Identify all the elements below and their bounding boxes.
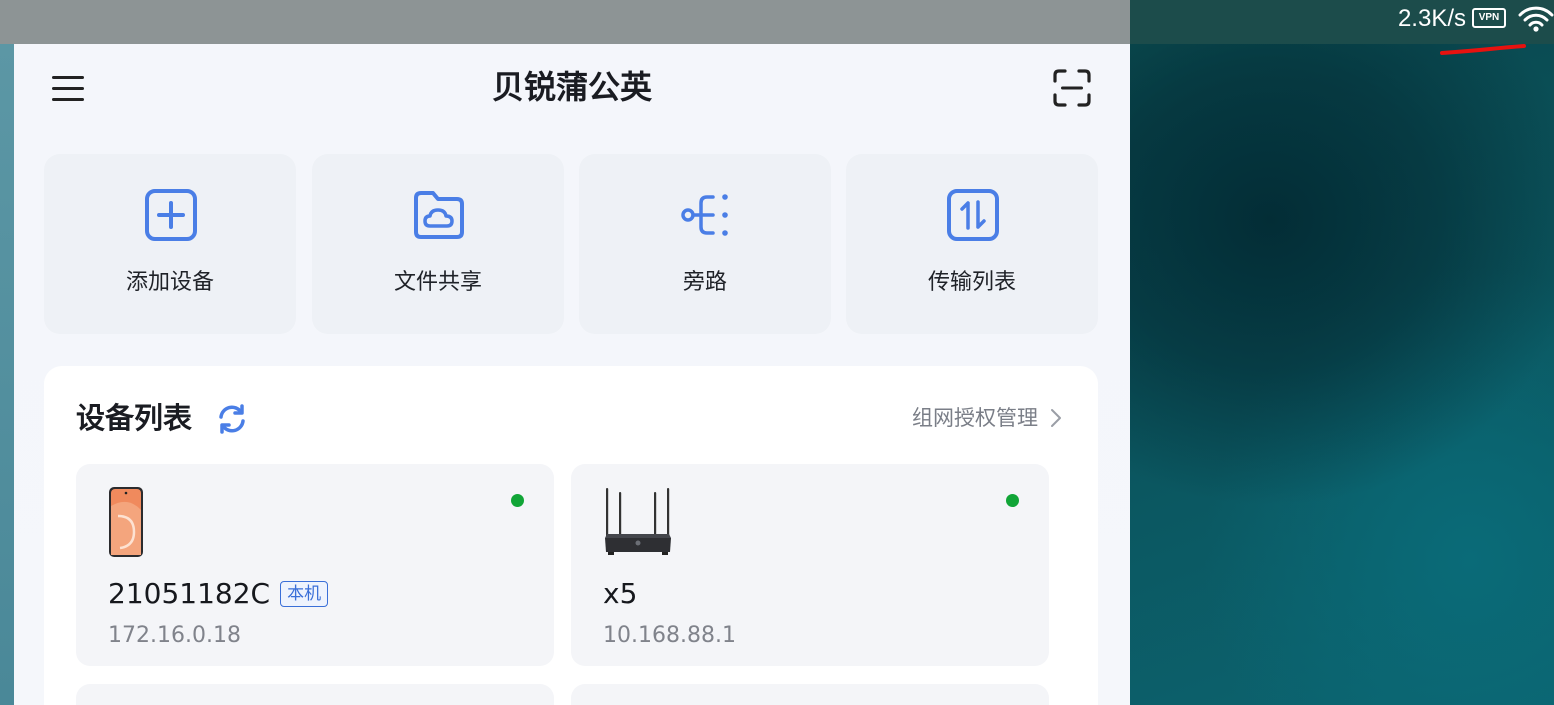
add-square-icon	[145, 189, 197, 241]
device-list-title: 设备列表	[76, 401, 193, 435]
add-device-label: 添加设备	[125, 270, 214, 295]
status-bar-dim	[0, 0, 1130, 44]
transfer-list-button[interactable]: 传输列表	[846, 154, 1098, 334]
bypass-button[interactable]: 旁路	[579, 154, 831, 334]
device-item[interactable]: 21051182C 本机 172.16.0.18	[76, 464, 554, 666]
app-window: 贝锐蒲公英 添加设备 文件共享 旁路 传输列表 设备列表 组网授权管理 2105…	[14, 44, 1130, 705]
bypass-label: 旁路	[682, 270, 727, 295]
file-share-label: 文件共享	[393, 270, 482, 295]
this-device-badge: 本机	[280, 581, 329, 607]
cloud-folder-icon	[414, 191, 464, 239]
chevron-right-icon	[1051, 409, 1061, 427]
add-device-button[interactable]: 添加设备	[44, 154, 296, 334]
scan-icon[interactable]	[1050, 66, 1094, 110]
online-status-dot	[511, 494, 524, 507]
red-underline-annotation	[1440, 44, 1526, 55]
network-auth-label: 组网授权管理	[912, 406, 1038, 430]
device-name-text: x5	[603, 577, 638, 610]
device-ip: 10.168.88.1	[603, 623, 736, 648]
device-item-partial[interactable]	[76, 684, 554, 705]
bypass-icon	[681, 194, 728, 236]
router-icon	[605, 488, 671, 555]
online-status-dot	[1006, 494, 1019, 507]
app-header: 贝锐蒲公英	[14, 44, 1130, 132]
transfer-list-label: 传输列表	[927, 270, 1016, 295]
vpn-icon: VPN	[1472, 8, 1506, 28]
quick-actions: 添加设备 文件共享 旁路 传输列表	[44, 154, 1098, 334]
left-edge	[0, 0, 14, 705]
refresh-icon[interactable]	[216, 403, 248, 435]
status-bar: 2.3K/s VPN	[0, 0, 1554, 44]
transfer-icon	[947, 189, 999, 241]
wifi-icon	[1518, 6, 1554, 32]
device-name: 21051182C 本机	[108, 576, 329, 612]
device-ip: 172.16.0.18	[108, 623, 241, 648]
network-speed: 2.3K/s	[1397, 5, 1466, 32]
device-list-card: 设备列表 组网授权管理 21051182C 本机 172.16.0.18 x5 …	[44, 366, 1098, 705]
device-item-partial[interactable]	[571, 684, 1049, 705]
phone-icon	[109, 487, 143, 557]
device-name: x5	[603, 576, 637, 612]
network-auth-link[interactable]: 组网授权管理	[912, 402, 1062, 434]
device-name-text: 21051182C	[108, 577, 271, 610]
file-share-button[interactable]: 文件共享	[312, 154, 564, 334]
device-item[interactable]: x5 10.168.88.1	[571, 464, 1049, 666]
page-title: 贝锐蒲公英	[491, 68, 652, 106]
